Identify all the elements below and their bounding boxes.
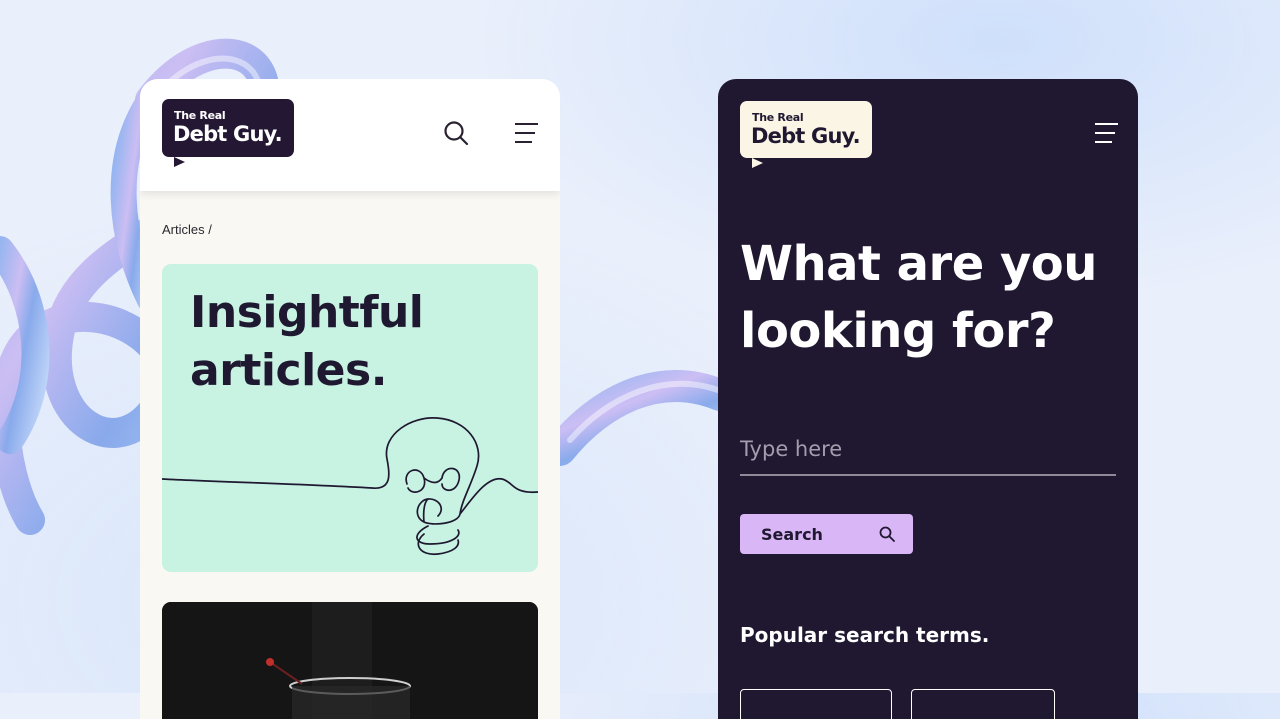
hamburger-menu-icon[interactable] <box>512 121 540 147</box>
hamburger-menu-icon[interactable] <box>1092 121 1120 147</box>
search-button[interactable]: Search <box>740 514 913 554</box>
popular-search-heading: Popular search terms. <box>740 623 990 647</box>
logo-line-1: The Real <box>752 111 804 124</box>
logo-line-2: Debt Guy. <box>173 122 283 146</box>
popular-term-chip[interactable] <box>740 689 892 719</box>
hero-title: Insightful articles. <box>190 287 424 396</box>
search-button-label: Search <box>761 525 823 544</box>
logo-line-2: Debt Guy. <box>751 124 861 148</box>
logo-speech-tail <box>174 157 185 167</box>
articles-header: The Real Debt Guy. <box>140 79 560 191</box>
brand-logo[interactable]: The Real Debt Guy. <box>162 99 294 157</box>
photo-glass-image <box>162 602 538 719</box>
search-icon <box>879 526 895 542</box>
breadcrumb[interactable]: Articles / <box>162 222 212 237</box>
hero-card: Insightful articles. <box>162 264 538 572</box>
brand-logo[interactable]: The Real Debt Guy. <box>740 101 872 158</box>
search-icon[interactable] <box>442 119 470 147</box>
lightbulb-line-illustration <box>162 417 538 555</box>
logo-speech-tail <box>752 158 763 168</box>
article-thumbnail-photo[interactable] <box>162 602 538 719</box>
search-heading: What are you looking for? <box>740 236 1097 359</box>
articles-mobile-screen: The Real Debt Guy. Articles / Insightful… <box>140 79 560 719</box>
search-mobile-screen: The Real Debt Guy. What are you looking … <box>718 79 1138 719</box>
popular-term-chip[interactable] <box>911 689 1055 719</box>
search-input[interactable] <box>740 424 1116 476</box>
logo-line-1: The Real <box>174 109 226 122</box>
